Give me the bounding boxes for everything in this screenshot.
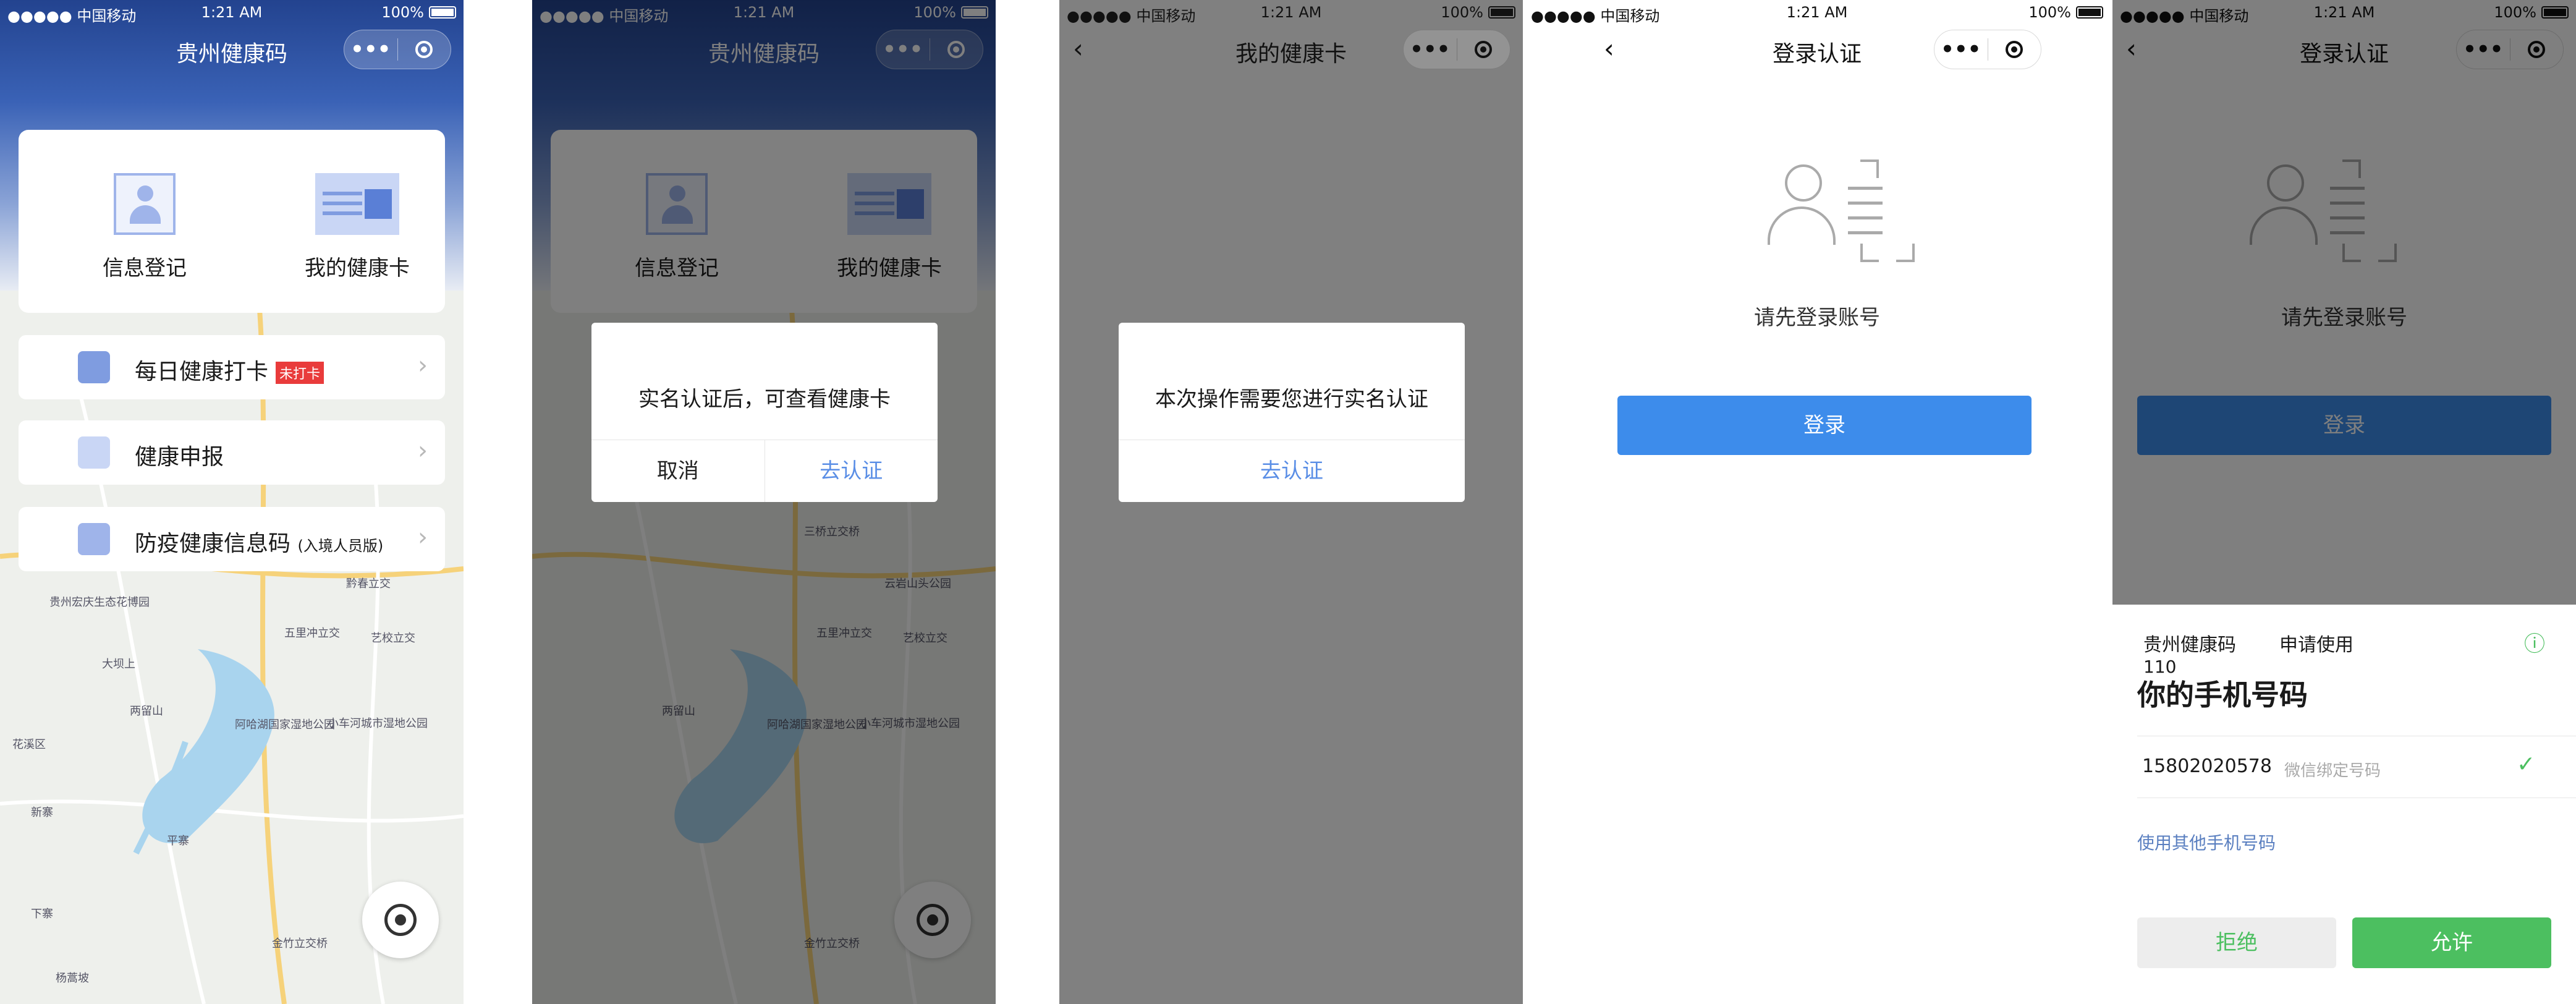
id-card-icon: [315, 173, 399, 235]
epidemic-code-label: 防疫健康信息码: [135, 531, 291, 556]
map-label: 艺校立交: [371, 632, 415, 645]
phone-number: 15802020578: [2142, 755, 2272, 777]
chevron-right-icon: ›: [418, 436, 428, 465]
more-icon[interactable]: •••: [1934, 39, 1988, 60]
map-label: 小车河城市湿地公园: [328, 717, 428, 730]
request-label: 申请使用: [2279, 634, 2354, 656]
clipboard-icon: [78, 351, 110, 383]
map-label: 杨蒿坡: [56, 972, 89, 985]
map-label: 阿哈湖国家湿地公园: [235, 718, 335, 731]
health-report-row[interactable]: 健康申报 ›: [19, 420, 445, 485]
map-label: 下寨: [31, 908, 53, 921]
verify-button[interactable]: 去认证: [765, 440, 938, 502]
use-other-phone-link[interactable]: 使用其他手机号码: [2137, 830, 2276, 854]
phone-note: 微信绑定号码: [2284, 762, 2381, 780]
map-label: 金竹立交桥: [272, 937, 328, 950]
map-label: 新寨: [31, 806, 53, 819]
battery-icon: [2076, 6, 2103, 19]
report-icon: [78, 436, 110, 469]
info-icon[interactable]: ⓘ: [2524, 627, 2545, 657]
check-icon: ✓: [2517, 752, 2536, 777]
status-bar: ●●●●● 中国移动 1:21 AM 100%: [0, 0, 464, 25]
clock: 1:21 AM: [1786, 4, 1848, 21]
miniprogram-capsule: •••: [1403, 30, 1510, 69]
health-card-label: 我的健康卡: [305, 256, 410, 281]
chevron-right-icon: ›: [418, 351, 428, 380]
sheet-heading: 你的手机号码: [2137, 678, 2308, 712]
locate-button[interactable]: [362, 882, 439, 958]
miniprogram-capsule: •••: [1934, 30, 2041, 69]
chevron-right-icon: ›: [418, 523, 428, 551]
screen-login-phone-auth: ●●●●● 中国移动 1:21 AM 100% ‹ 登录认证 ••• 请先登录账…: [2112, 0, 2576, 1004]
screen-home: ●●●●● 中国移动 1:21 AM 100% 贵州健康码 ••• 信息登记 我…: [0, 0, 464, 1004]
nav-bar: ‹ 登录认证 •••: [1523, 25, 2111, 77]
more-icon[interactable]: •••: [344, 39, 397, 60]
reject-button[interactable]: 拒绝: [2137, 917, 2336, 968]
map-label: 平寨: [167, 835, 189, 848]
qr-code-icon: [78, 523, 110, 555]
map-label: 两留山: [130, 705, 163, 718]
login-prompt: 请先登录账号: [1754, 305, 1880, 330]
close-miniprogram-button[interactable]: [1457, 41, 1510, 58]
screen-health-card: ●●●●● 中国移动 1:21 AM 100% ‹ 我的健康卡 ••• 本次操作…: [1059, 0, 1523, 1004]
modal-mask: [2112, 0, 2576, 605]
battery-icon: [1488, 6, 1515, 19]
register-entry[interactable]: 信息登记: [77, 173, 213, 281]
cancel-button[interactable]: 取消: [591, 440, 765, 502]
battery-percent: 100%: [2028, 4, 2071, 21]
status-badge: 未打卡: [276, 362, 324, 384]
service-card: 信息登记 我的健康卡: [19, 130, 445, 313]
health-card-entry[interactable]: 我的健康卡: [289, 173, 425, 281]
screen-home-dialog: ●●●●● 中国移动 1:21 AM 100% 贵州健康码 ••• 信息登记 我…: [532, 0, 996, 1004]
dialog-message: 实名认证后，可查看健康卡: [638, 387, 891, 412]
map-label: 大坝上: [102, 658, 135, 671]
close-miniprogram-button[interactable]: [398, 41, 451, 58]
allow-button[interactable]: 允许: [2352, 917, 2551, 968]
miniprogram-capsule: •••: [344, 30, 451, 69]
more-icon[interactable]: •••: [1404, 39, 1457, 60]
status-bar: ●●●●● 中国移动 1:21 AM 100%: [1059, 0, 1523, 25]
phone-option[interactable]: 15802020578 微信绑定号码 ✓: [2112, 736, 2576, 798]
verify-button[interactable]: 去认证: [1119, 440, 1465, 502]
status-bar: ●●●●● 中国移动 1:21 AM 100%: [1523, 0, 2111, 25]
dialog-message: 本次操作需要您进行实名认证: [1155, 387, 1428, 412]
map-label: 花溪区: [12, 738, 46, 751]
person-id-icon: [114, 173, 176, 235]
epidemic-code-row[interactable]: 防疫健康信息码 (入境人员版) ›: [19, 507, 445, 571]
battery-percent: 100%: [381, 4, 424, 21]
target-icon: [2006, 41, 2023, 58]
map-label: 五里冲立交: [284, 627, 340, 640]
verify-dialog: 本次操作需要您进行实名认证 去认证: [1119, 323, 1465, 502]
login-illustration: [1768, 160, 1916, 265]
battery-icon: [429, 6, 456, 19]
verify-dialog: 实名认证后，可查看健康卡 取消 去认证: [591, 323, 938, 502]
target-icon: [1475, 41, 1493, 58]
map-label: 黔春立交: [346, 577, 391, 590]
daily-checkin-row[interactable]: 每日健康打卡 未打卡 ›: [19, 335, 445, 399]
daily-checkin-label: 每日健康打卡: [135, 359, 269, 385]
nav-bar: 贵州健康码 •••: [0, 25, 464, 77]
health-report-label: 健康申报: [135, 445, 224, 470]
crosshair-icon: [384, 904, 417, 936]
close-miniprogram-button[interactable]: [1988, 41, 2041, 58]
modal-mask: [532, 0, 996, 1004]
nav-bar: ‹ 我的健康卡 •••: [1059, 25, 1523, 77]
target-icon: [415, 41, 433, 58]
screen-login: ●●●●● 中国移动 1:21 AM 100% ‹ 登录认证 ••• 请先登录账…: [1523, 0, 2111, 1004]
app-name: 贵州健康码: [2143, 634, 2236, 656]
register-label: 信息登记: [103, 256, 187, 281]
battery-percent: 100%: [1441, 4, 1483, 21]
epidemic-code-sub: (入境人员版): [297, 537, 384, 555]
map-label: 贵州宏庆生态花博园: [49, 596, 150, 609]
login-button[interactable]: 登录: [1617, 396, 2032, 455]
